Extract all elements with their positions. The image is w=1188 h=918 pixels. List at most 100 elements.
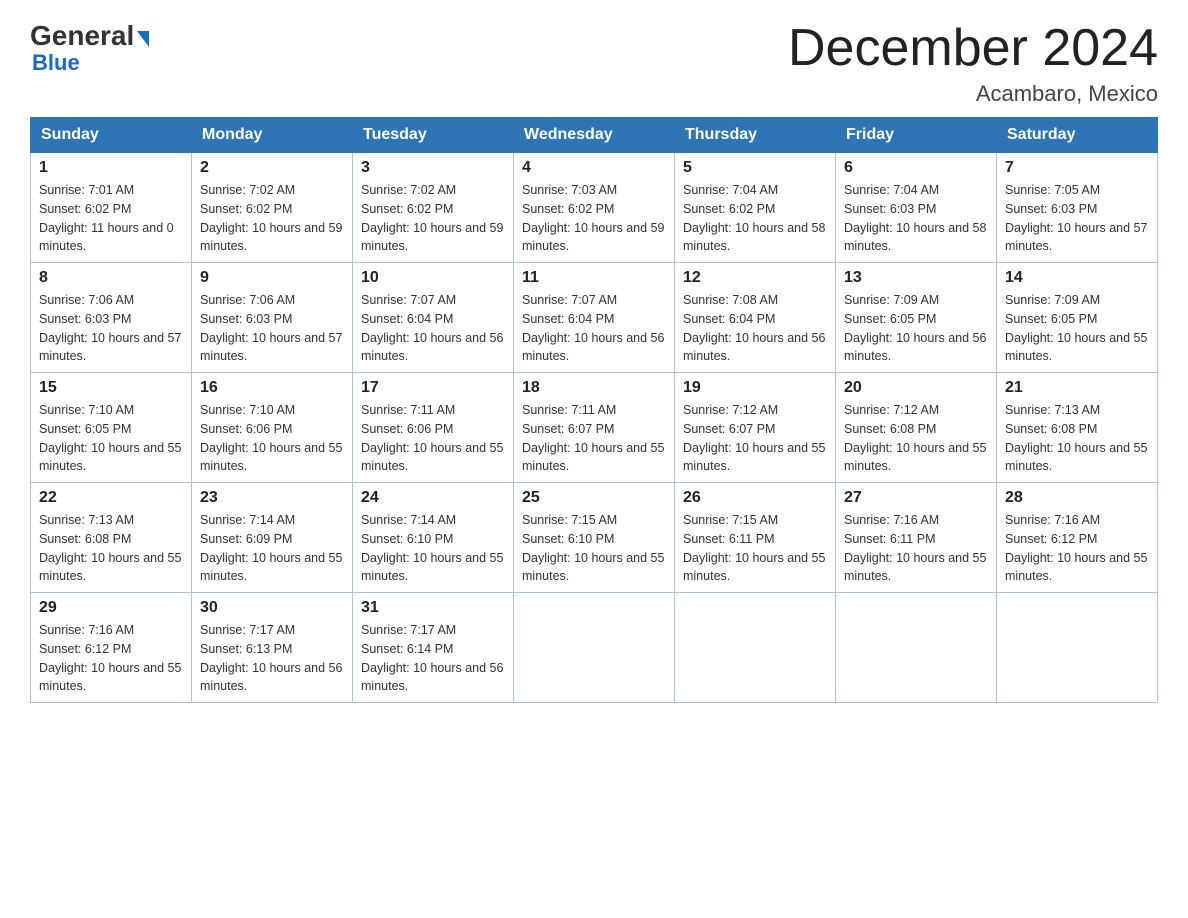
logo-triangle-icon [137, 31, 149, 47]
day-info: Sunrise: 7:04 AMSunset: 6:02 PMDaylight:… [683, 181, 827, 256]
day-info: Sunrise: 7:11 AMSunset: 6:06 PMDaylight:… [361, 401, 505, 476]
day-number: 23 [200, 489, 344, 507]
day-info: Sunrise: 7:04 AMSunset: 6:03 PMDaylight:… [844, 181, 988, 256]
day-info: Sunrise: 7:16 AMSunset: 6:12 PMDaylight:… [1005, 511, 1149, 586]
calendar-cell: 24 Sunrise: 7:14 AMSunset: 6:10 PMDayligh… [353, 483, 514, 593]
day-info: Sunrise: 7:17 AMSunset: 6:14 PMDaylight:… [361, 621, 505, 696]
day-info: Sunrise: 7:15 AMSunset: 6:10 PMDaylight:… [522, 511, 666, 586]
day-info: Sunrise: 7:01 AMSunset: 6:02 PMDaylight:… [39, 181, 183, 256]
col-header-friday: Friday [836, 118, 997, 153]
day-number: 17 [361, 379, 505, 397]
day-info: Sunrise: 7:15 AMSunset: 6:11 PMDaylight:… [683, 511, 827, 586]
day-number: 15 [39, 379, 183, 397]
calendar-cell [514, 593, 675, 703]
day-info: Sunrise: 7:08 AMSunset: 6:04 PMDaylight:… [683, 291, 827, 366]
week-row-5: 29 Sunrise: 7:16 AMSunset: 6:12 PMDayligh… [31, 593, 1158, 703]
calendar-cell: 23 Sunrise: 7:14 AMSunset: 6:09 PMDayligh… [192, 483, 353, 593]
calendar-cell [836, 593, 997, 703]
col-header-saturday: Saturday [997, 118, 1158, 153]
day-info: Sunrise: 7:03 AMSunset: 6:02 PMDaylight:… [522, 181, 666, 256]
calendar-cell: 4Sunrise: 7:03 AMSunset: 6:02 PMDaylight… [514, 153, 675, 263]
calendar-cell [675, 593, 836, 703]
day-info: Sunrise: 7:17 AMSunset: 6:13 PMDaylight:… [200, 621, 344, 696]
title-block: December 2024 Acambaro, Mexico [788, 20, 1158, 107]
calendar-cell: 19 Sunrise: 7:12 AMSunset: 6:07 PMDayligh… [675, 373, 836, 483]
day-number: 24 [361, 489, 505, 507]
calendar-cell: 8 Sunrise: 7:06 AMSunset: 6:03 PMDaylight… [31, 263, 192, 373]
calendar-cell: 27Sunrise: 7:16 AMSunset: 6:11 PMDayligh… [836, 483, 997, 593]
day-number: 6 [844, 159, 988, 177]
day-number: 28 [1005, 489, 1149, 507]
day-number: 26 [683, 489, 827, 507]
calendar-cell: 31 Sunrise: 7:17 AMSunset: 6:14 PMDayligh… [353, 593, 514, 703]
day-info: Sunrise: 7:09 AMSunset: 6:05 PMDaylight:… [1005, 291, 1149, 366]
day-number: 19 [683, 379, 827, 397]
calendar-cell [997, 593, 1158, 703]
calendar-cell: 10 Sunrise: 7:07 AMSunset: 6:04 PMDayligh… [353, 263, 514, 373]
day-number: 22 [39, 489, 183, 507]
calendar-cell: 30Sunrise: 7:17 AMSunset: 6:13 PMDayligh… [192, 593, 353, 703]
day-info: Sunrise: 7:12 AMSunset: 6:07 PMDaylight:… [683, 401, 827, 476]
week-row-1: 1 Sunrise: 7:01 AMSunset: 6:02 PMDaylight… [31, 153, 1158, 263]
calendar-cell: 26 Sunrise: 7:15 AMSunset: 6:11 PMDayligh… [675, 483, 836, 593]
col-header-sunday: Sunday [31, 118, 192, 153]
col-header-monday: Monday [192, 118, 353, 153]
calendar-cell: 25Sunrise: 7:15 AMSunset: 6:10 PMDayligh… [514, 483, 675, 593]
day-number: 2 [200, 159, 344, 177]
calendar-cell: 29 Sunrise: 7:16 AMSunset: 6:12 PMDayligh… [31, 593, 192, 703]
day-info: Sunrise: 7:10 AMSunset: 6:06 PMDaylight:… [200, 401, 344, 476]
calendar-cell: 17 Sunrise: 7:11 AMSunset: 6:06 PMDayligh… [353, 373, 514, 483]
calendar-subtitle: Acambaro, Mexico [788, 81, 1158, 107]
calendar-cell: 20Sunrise: 7:12 AMSunset: 6:08 PMDayligh… [836, 373, 997, 483]
day-info: Sunrise: 7:07 AMSunset: 6:04 PMDaylight:… [522, 291, 666, 366]
day-number: 29 [39, 599, 183, 617]
day-info: Sunrise: 7:06 AMSunset: 6:03 PMDaylight:… [39, 291, 183, 366]
day-number: 5 [683, 159, 827, 177]
day-number: 1 [39, 159, 183, 177]
day-info: Sunrise: 7:12 AMSunset: 6:08 PMDaylight:… [844, 401, 988, 476]
day-info: Sunrise: 7:05 AMSunset: 6:03 PMDaylight:… [1005, 181, 1149, 256]
col-header-wednesday: Wednesday [514, 118, 675, 153]
day-info: Sunrise: 7:10 AMSunset: 6:05 PMDaylight:… [39, 401, 183, 476]
calendar-cell: 7 Sunrise: 7:05 AMSunset: 6:03 PMDaylight… [997, 153, 1158, 263]
calendar-cell: 21 Sunrise: 7:13 AMSunset: 6:08 PMDayligh… [997, 373, 1158, 483]
calendar-cell: 1 Sunrise: 7:01 AMSunset: 6:02 PMDaylight… [31, 153, 192, 263]
page-header: General Blue December 2024 Acambaro, Mex… [30, 20, 1158, 107]
col-header-tuesday: Tuesday [353, 118, 514, 153]
day-number: 31 [361, 599, 505, 617]
day-info: Sunrise: 7:06 AMSunset: 6:03 PMDaylight:… [200, 291, 344, 366]
day-info: Sunrise: 7:09 AMSunset: 6:05 PMDaylight:… [844, 291, 988, 366]
day-number: 27 [844, 489, 988, 507]
logo-blue-text: Blue [32, 50, 80, 76]
calendar-header-row: Sunday Monday Tuesday Wednesday Thursday… [31, 118, 1158, 153]
day-number: 10 [361, 269, 505, 287]
day-number: 18 [522, 379, 666, 397]
day-info: Sunrise: 7:14 AMSunset: 6:10 PMDaylight:… [361, 511, 505, 586]
calendar-table: Sunday Monday Tuesday Wednesday Thursday… [30, 117, 1158, 703]
calendar-cell: 11Sunrise: 7:07 AMSunset: 6:04 PMDayligh… [514, 263, 675, 373]
week-row-4: 22Sunrise: 7:13 AMSunset: 6:08 PMDayligh… [31, 483, 1158, 593]
day-info: Sunrise: 7:07 AMSunset: 6:04 PMDaylight:… [361, 291, 505, 366]
calendar-cell: 5 Sunrise: 7:04 AMSunset: 6:02 PMDaylight… [675, 153, 836, 263]
calendar-cell: 22Sunrise: 7:13 AMSunset: 6:08 PMDayligh… [31, 483, 192, 593]
day-number: 8 [39, 269, 183, 287]
calendar-cell: 12 Sunrise: 7:08 AMSunset: 6:04 PMDayligh… [675, 263, 836, 373]
day-number: 7 [1005, 159, 1149, 177]
day-number: 16 [200, 379, 344, 397]
day-number: 12 [683, 269, 827, 287]
col-header-thursday: Thursday [675, 118, 836, 153]
logo: General Blue [30, 20, 149, 76]
logo-general-text: General [30, 20, 134, 52]
day-info: Sunrise: 7:14 AMSunset: 6:09 PMDaylight:… [200, 511, 344, 586]
calendar-cell: 16 Sunrise: 7:10 AMSunset: 6:06 PMDayligh… [192, 373, 353, 483]
day-number: 3 [361, 159, 505, 177]
day-number: 14 [1005, 269, 1149, 287]
calendar-cell: 15 Sunrise: 7:10 AMSunset: 6:05 PMDayligh… [31, 373, 192, 483]
day-info: Sunrise: 7:13 AMSunset: 6:08 PMDaylight:… [1005, 401, 1149, 476]
calendar-cell: 28 Sunrise: 7:16 AMSunset: 6:12 PMDayligh… [997, 483, 1158, 593]
day-info: Sunrise: 7:16 AMSunset: 6:12 PMDaylight:… [39, 621, 183, 696]
day-number: 21 [1005, 379, 1149, 397]
day-number: 13 [844, 269, 988, 287]
calendar-title: December 2024 [788, 20, 1158, 77]
calendar-cell: 6 Sunrise: 7:04 AMSunset: 6:03 PMDaylight… [836, 153, 997, 263]
